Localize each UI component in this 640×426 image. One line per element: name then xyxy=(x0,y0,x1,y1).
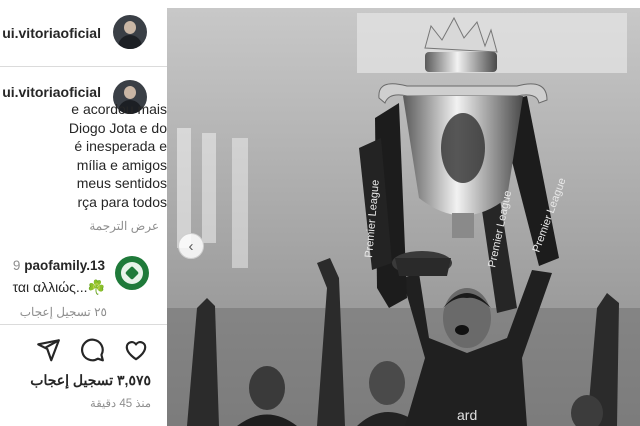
post-caption: e acordou mais Diogo Jota e do é inesper… xyxy=(0,100,167,212)
post-side-panel: ui.vitoriaoficial ui.vitoriaoficial e ac… xyxy=(0,0,167,426)
author-avatar[interactable] xyxy=(113,15,147,49)
post-header: ui.vitoriaoficial xyxy=(0,0,167,67)
shirt-sponsor-text: ard xyxy=(457,407,477,423)
caption-line: e acordou mais xyxy=(71,101,167,117)
comment-author[interactable]: 9 paofamily.13 xyxy=(13,258,105,273)
share-icon[interactable] xyxy=(35,337,61,363)
post-likes-count[interactable]: ٣,٥٧٥ تسجيل إعجاب xyxy=(30,372,151,389)
post-photo[interactable]: Premier League Premier League Premier Le… xyxy=(167,8,640,426)
see-translation-link[interactable]: عرض الترجمة xyxy=(89,219,159,233)
heart-icon[interactable] xyxy=(123,337,149,363)
caption-line: mília e amigos xyxy=(76,156,167,173)
caption-line: Diogo Jota e do xyxy=(68,119,167,136)
previous-photo-button[interactable]: ‹ xyxy=(178,233,204,259)
author-username[interactable]: ui.vitoriaoficial xyxy=(2,25,101,41)
caption-username[interactable]: ui.vitoriaoficial xyxy=(2,84,101,100)
commenter-username[interactable]: paofamily.13 xyxy=(24,258,105,273)
chevron-left-icon: ‹ xyxy=(188,237,194,255)
post-timestamp: منذ 45 دقيقة xyxy=(90,398,151,410)
commenter-avatar[interactable] xyxy=(115,256,149,290)
comment-likes[interactable]: ٢٥ تسجيل إعجاب xyxy=(20,305,107,319)
actions-divider xyxy=(0,324,167,325)
comment-text: ται αλλιώς...☘️ xyxy=(12,279,105,295)
caption-line: meus sentidos xyxy=(76,175,167,192)
comment-prefix: 9 xyxy=(12,258,21,273)
comment-icon[interactable] xyxy=(79,337,105,363)
caption-line: rça para todos xyxy=(77,193,168,210)
caption-line: é inesperada e xyxy=(74,138,167,155)
